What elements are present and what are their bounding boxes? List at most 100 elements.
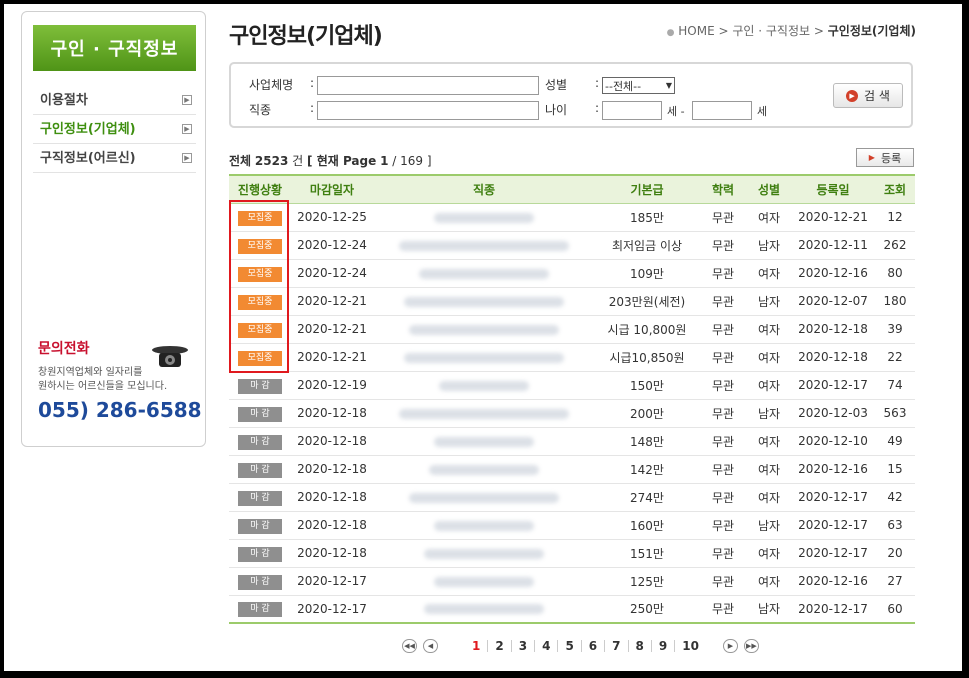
breadcrumb: ● HOME > 구인 · 구직정보 > 구인정보(기업체) — [667, 22, 916, 39]
column-header: 학력 — [699, 174, 747, 204]
prev-page-icon[interactable]: ◀ — [423, 639, 438, 653]
table-cell[interactable] — [373, 595, 595, 624]
company-name-input[interactable] — [317, 76, 539, 95]
table-row[interactable]: 마 감 2020-12-18 274만 무관 여자 2020-12-17 42 — [229, 483, 915, 512]
job-type-link[interactable] — [404, 296, 564, 307]
job-type-link[interactable] — [399, 408, 569, 419]
status-badge: 모집중 — [238, 210, 282, 226]
job-type-link[interactable] — [434, 576, 534, 587]
breadcrumb-home[interactable]: HOME — [678, 24, 714, 38]
job-type-link[interactable] — [434, 520, 534, 531]
job-type-link[interactable] — [404, 352, 564, 363]
table-cell: 180 — [875, 287, 915, 316]
page-number-link[interactable]: 5 — [558, 640, 582, 652]
table-cell[interactable] — [373, 455, 595, 484]
table-row[interactable]: 모집중 2020-12-24 109만 무관 여자 2020-12-16 80 — [229, 259, 915, 288]
breadcrumb-section[interactable]: 구인 · 구직정보 — [732, 24, 810, 38]
sidebar-item-procedure[interactable]: 이용절차 ▶ — [33, 86, 196, 115]
table-row[interactable]: 마 감 2020-12-18 200만 무관 남자 2020-12-03 563 — [229, 399, 915, 428]
table-row[interactable]: 마 감 2020-12-17 250만 무관 남자 2020-12-17 60 — [229, 595, 915, 624]
job-type-link[interactable] — [409, 492, 559, 503]
page-number-link[interactable]: 4 — [535, 640, 559, 652]
page-number-link[interactable]: 1 — [465, 640, 489, 652]
gender-select[interactable]: --전체-- ▼ — [602, 77, 675, 94]
age-label: 나이 — [545, 103, 568, 117]
table-cell: 무관 — [699, 455, 747, 484]
table-row[interactable]: 마 감 2020-12-18 148만 무관 여자 2020-12-10 49 — [229, 427, 915, 456]
table-row[interactable]: 마 감 2020-12-17 125만 무관 여자 2020-12-16 27 — [229, 567, 915, 596]
page-number-link[interactable]: 8 — [629, 640, 652, 652]
table-cell[interactable] — [373, 511, 595, 540]
register-date-cell: 2020-12-17 — [798, 518, 868, 532]
education-cell: 무관 — [711, 406, 735, 421]
table-cell: 모집중 — [229, 259, 291, 288]
table-row[interactable]: 모집중 2020-12-21 시급10,850원 무관 여자 2020-12-18 22 — [229, 343, 915, 372]
register-button[interactable]: ▶ 등록 — [856, 148, 914, 167]
table-cell[interactable] — [373, 427, 595, 456]
job-type-link[interactable] — [399, 240, 569, 251]
status-badge: 마 감 — [238, 602, 282, 618]
job-type-link[interactable] — [434, 436, 534, 447]
page-label: [ 현재 Page — [307, 154, 377, 168]
table-cell: 39 — [875, 315, 915, 344]
table-row[interactable]: 마 감 2020-12-18 151만 무관 여자 2020-12-17 20 — [229, 539, 915, 568]
sidebar-item-company-jobs[interactable]: 구인정보(기업체) ▶ — [33, 115, 196, 144]
job-type-link[interactable] — [419, 268, 549, 279]
table-row[interactable]: 마 감 2020-12-18 142만 무관 여자 2020-12-16 15 — [229, 455, 915, 484]
table-cell: 여자 — [747, 427, 791, 456]
table-row[interactable]: 마 감 2020-12-18 160만 무관 남자 2020-12-17 63 — [229, 511, 915, 540]
job-type-link[interactable] — [409, 324, 559, 335]
job-type-link[interactable] — [429, 464, 539, 475]
table-row[interactable]: 모집중 2020-12-21 203만원(세전) 무관 남자 2020-12-07 180 — [229, 287, 915, 316]
page-number-link[interactable]: 10 — [675, 640, 706, 652]
table-row[interactable]: 모집중 2020-12-25 185만 무관 여자 2020-12-21 12 — [229, 203, 915, 232]
table-cell[interactable] — [373, 287, 595, 316]
table-cell[interactable] — [373, 231, 595, 260]
register-date-cell: 2020-12-21 — [798, 210, 868, 224]
page-number-link[interactable]: 2 — [488, 640, 512, 652]
page-number-link[interactable]: 9 — [652, 640, 676, 652]
page-number-link[interactable]: 7 — [605, 640, 629, 652]
table-cell: 142만 — [595, 455, 699, 484]
table-cell[interactable] — [373, 399, 595, 428]
age-max-input[interactable] — [692, 101, 752, 120]
summary-prefix: 전체 — [229, 154, 252, 168]
page-title: 구인정보(기업체) — [229, 24, 383, 49]
search-button[interactable]: ▶ 검 색 — [833, 83, 903, 108]
job-type-link[interactable] — [439, 380, 529, 391]
page-number-link[interactable]: 3 — [512, 640, 536, 652]
sidebar-item-senior-jobseekers[interactable]: 구직정보(어르신) ▶ — [33, 144, 196, 173]
table-cell: 남자 — [747, 287, 791, 316]
age-min-input[interactable] — [602, 101, 662, 120]
table-cell[interactable] — [373, 483, 595, 512]
table-cell: 모집중 — [229, 315, 291, 344]
table-cell[interactable] — [373, 203, 595, 232]
gender-cell: 남자 — [757, 518, 781, 533]
table-cell[interactable] — [373, 539, 595, 568]
first-page-icon[interactable]: ◀◀ — [402, 639, 417, 653]
job-type-link[interactable] — [434, 212, 534, 223]
total-pages: / 169 ] — [392, 154, 432, 168]
table-cell: 2020-12-17 — [291, 595, 373, 624]
register-date-cell: 2020-12-10 — [798, 434, 868, 448]
job-type-link[interactable] — [424, 604, 544, 615]
table-cell: 마 감 — [229, 567, 291, 596]
table-row[interactable]: 모집중 2020-12-21 시급 10,800원 무관 여자 2020-12-18 39 — [229, 315, 915, 344]
job-type-input[interactable] — [317, 101, 539, 120]
summary-unit: 건 — [292, 154, 304, 168]
table-cell[interactable] — [373, 315, 595, 344]
table-cell[interactable] — [373, 567, 595, 596]
table-cell: 185만 — [595, 203, 699, 232]
table-cell[interactable] — [373, 343, 595, 372]
table-cell[interactable] — [373, 259, 595, 288]
job-type-link[interactable] — [424, 548, 544, 559]
page-number-link[interactable]: 6 — [582, 640, 606, 652]
table-cell[interactable] — [373, 371, 595, 400]
education-cell: 무관 — [711, 434, 735, 449]
job-listing-table: 진행상황 마감일자 직종 기본급 학력 성별 등록일 조회 모집중 2020-12… — [229, 174, 915, 624]
last-page-icon[interactable]: ▶▶ — [743, 639, 759, 653]
table-row[interactable]: 모집중 2020-12-24 최저임금 이상 무관 남자 2020-12-11 262 — [229, 231, 915, 260]
table-row[interactable]: 마 감 2020-12-19 150만 무관 여자 2020-12-17 74 — [229, 371, 915, 400]
deadline-cell: 2020-12-18 — [297, 406, 367, 420]
next-page-icon[interactable]: ▶ — [722, 639, 738, 653]
